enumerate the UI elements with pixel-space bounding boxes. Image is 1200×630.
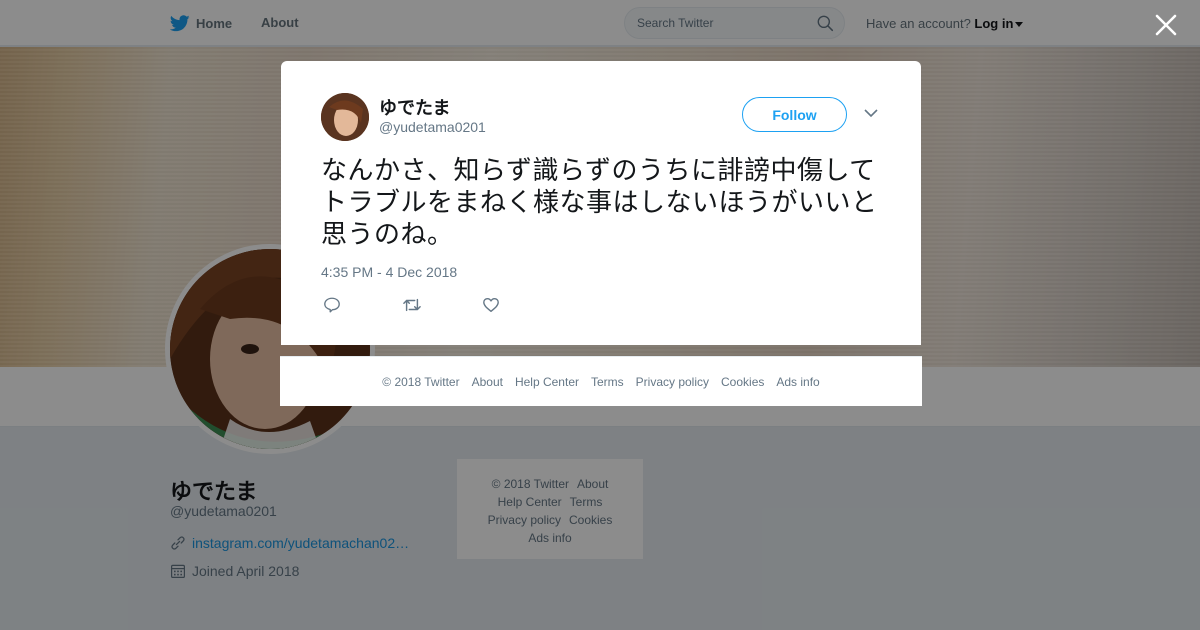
footer-copyright: © 2018 Twitter <box>382 374 460 389</box>
heart-icon[interactable] <box>482 296 500 314</box>
tweet-avatar[interactable] <box>321 93 369 141</box>
footer-link-ads-info[interactable]: Ads info <box>776 375 819 389</box>
footer-link-help-center[interactable]: Help Center <box>515 375 579 389</box>
footer-link-cookies[interactable]: Cookies <box>721 375 764 389</box>
tweet-text: なんかさ、知らず識らずのうちに誹謗中傷してトラブルをまねく様な事はしないほうがい… <box>321 155 878 249</box>
footer-link-terms[interactable]: Terms <box>591 375 624 389</box>
tweet-handle[interactable]: @yudetama0201 <box>379 119 486 135</box>
tweet-timestamp[interactable]: 4:35 PM - 4 Dec 2018 <box>321 264 457 280</box>
chevron-down-icon[interactable] <box>864 108 878 118</box>
footer-link-about[interactable]: About <box>472 375 503 389</box>
retweet-icon[interactable] <box>402 296 422 314</box>
follow-button[interactable]: Follow <box>742 97 847 132</box>
reply-icon[interactable] <box>323 296 341 314</box>
modal-footer: © 2018 Twitter About Help Center Terms P… <box>280 356 922 406</box>
avatar-image <box>321 93 369 141</box>
footer-link-privacy[interactable]: Privacy policy <box>636 375 709 389</box>
tweet-modal: ゆでたま @yudetama0201 Follow なんかさ、知らず識らずのうち… <box>281 61 921 345</box>
tweet-display-name[interactable]: ゆでたま <box>379 94 450 120</box>
close-icon[interactable] <box>1154 13 1178 37</box>
